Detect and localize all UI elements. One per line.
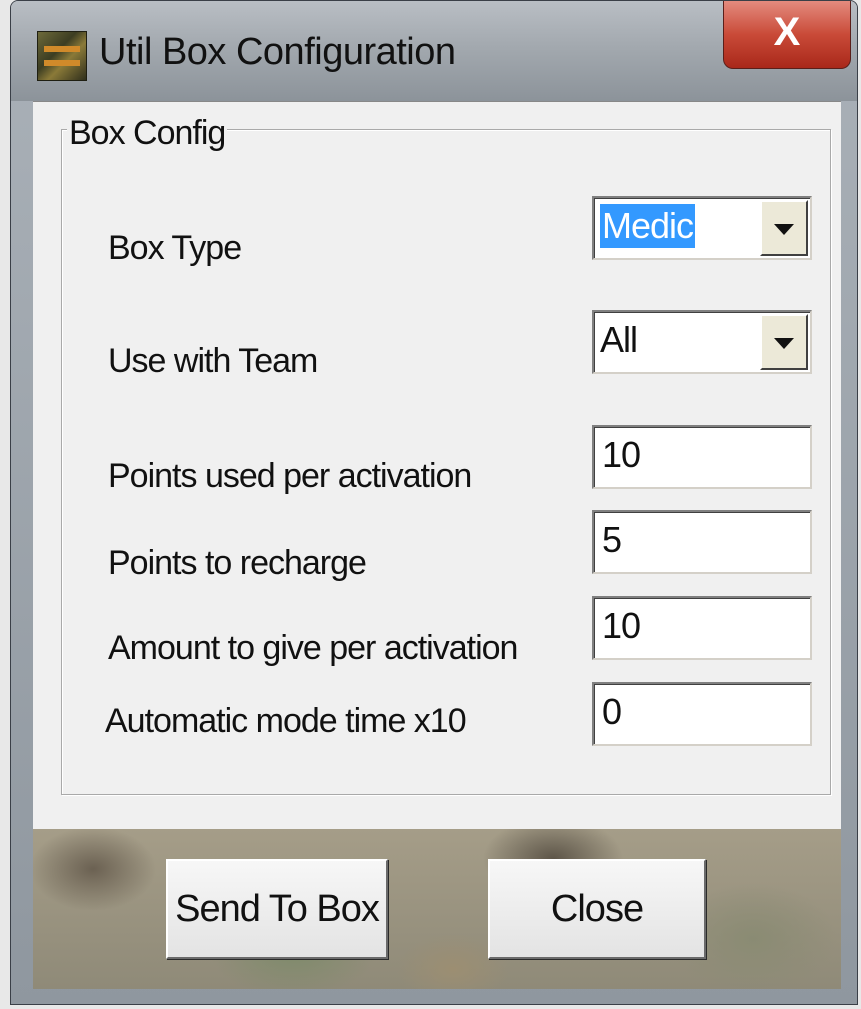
box-type-select[interactable]: Medic <box>592 196 812 260</box>
use-with-team-value: All <box>600 319 638 360</box>
dialog-window: Util Box Configuration X Box Config Box … <box>10 0 858 1005</box>
dialog-client-area: Box Config Box Type Medic Use with Team … <box>33 101 841 829</box>
use-with-team-label: Use with Team <box>108 342 318 380</box>
box-type-value: Medic <box>600 204 696 248</box>
points-recharge-input[interactable]: 5 <box>592 510 812 574</box>
footer-panel: Send To Box Close <box>33 829 841 989</box>
close-window-button[interactable]: X <box>723 1 851 69</box>
close-button[interactable]: Close <box>488 859 706 959</box>
auto-mode-label: Automatic mode time x10 <box>105 702 467 740</box>
amount-give-input[interactable]: 10 <box>592 596 812 660</box>
box-type-label: Box Type <box>108 229 242 267</box>
amount-give-label: Amount to give per activation <box>108 629 518 667</box>
auto-mode-input[interactable]: 0 <box>592 682 812 746</box>
app-icon <box>37 31 87 81</box>
points-recharge-label: Points to recharge <box>108 544 367 582</box>
chevron-down-icon <box>774 338 794 349</box>
group-label: Box Config <box>67 114 228 153</box>
title-bar[interactable]: Util Box Configuration X <box>11 1 857 101</box>
window-title: Util Box Configuration <box>99 31 456 73</box>
use-with-team-dropdown-button[interactable] <box>760 314 808 370</box>
send-to-box-button[interactable]: Send To Box <box>166 859 388 959</box>
chevron-down-icon <box>774 224 794 235</box>
use-with-team-select[interactable]: All <box>592 310 812 374</box>
points-used-input[interactable]: 10 <box>592 425 812 489</box>
points-used-label: Points used per activation <box>108 457 472 495</box>
box-type-dropdown-button[interactable] <box>760 200 808 256</box>
